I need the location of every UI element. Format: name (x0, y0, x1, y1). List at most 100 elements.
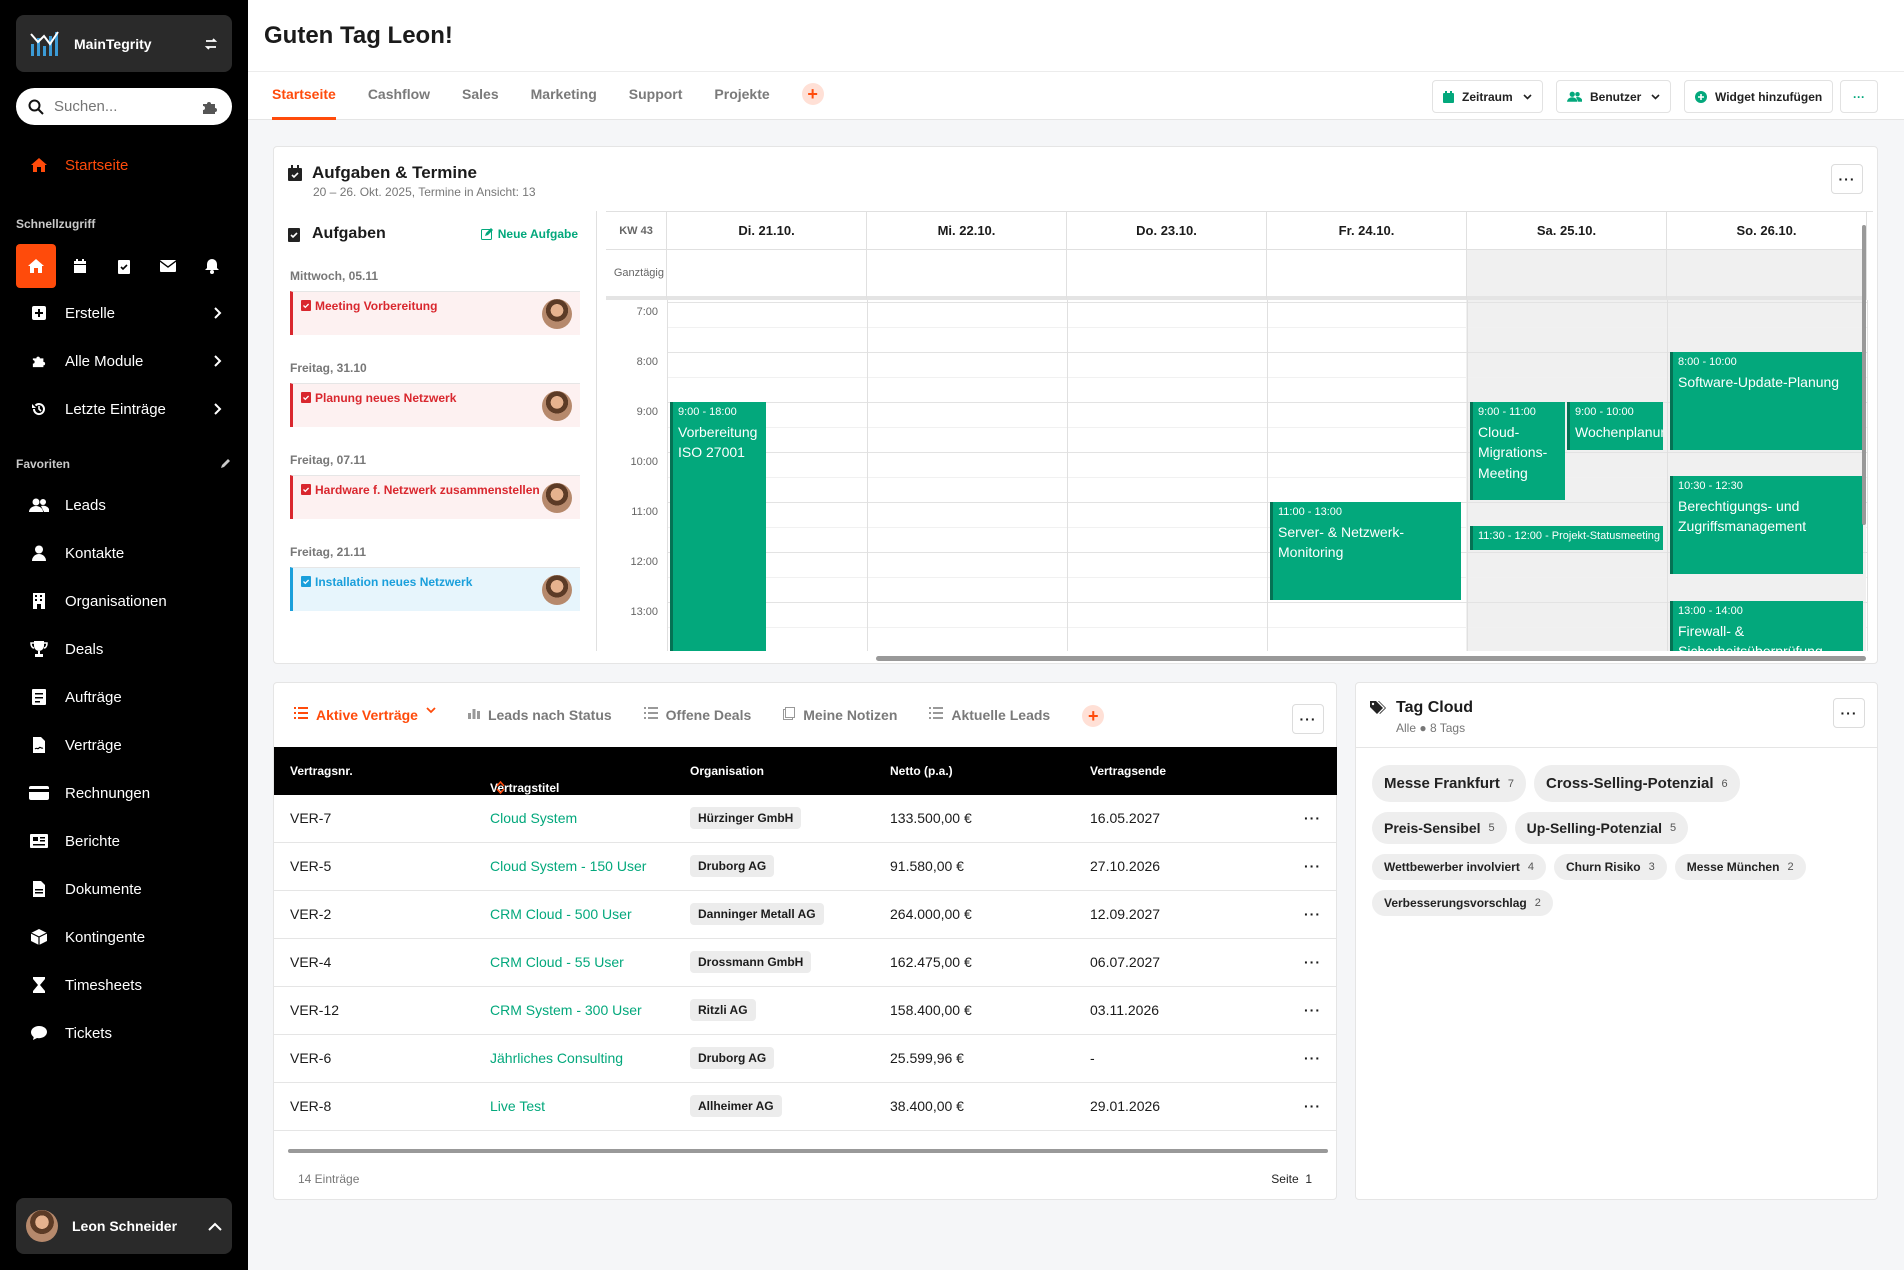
table-row[interactable]: VER-8 Live Test Allheimer AG 38.400,00 € 29.… (274, 1083, 1337, 1131)
calendar-event[interactable]: 9:00 - 18:00 Vorbereitung ISO 27001 (670, 402, 766, 651)
tag-chip[interactable]: Wettbewerber involviert 4 (1372, 854, 1546, 880)
tab-open-deals[interactable]: Offene Deals (643, 707, 751, 743)
widget-more-button[interactable]: ··· (1831, 164, 1863, 194)
day-header[interactable]: Mi. 22.10. (867, 212, 1067, 250)
tag-chip[interactable]: Churn Risiko 3 (1553, 854, 1667, 880)
table-row[interactable]: VER-2 CRM Cloud - 500 User Danninger Metal… (274, 891, 1337, 939)
quick-home-icon[interactable] (16, 244, 56, 288)
task-item[interactable]: Installation neues Netzwerk (290, 567, 580, 611)
tag-chip[interactable]: Messe Frankfurt 7 (1372, 765, 1526, 802)
tag-chip[interactable]: Cross-Selling-Potenzial 6 (1534, 765, 1740, 802)
organisation-badge[interactable]: Hürzinger GmbH (690, 807, 802, 829)
organisation-badge[interactable]: Danninger Metall AG (690, 903, 824, 925)
column-header[interactable]: Vertragsnr. (290, 764, 353, 778)
task-item[interactable]: Hardware f. Netzwerk zusammenstellen (290, 475, 580, 519)
calendar-icon[interactable] (60, 244, 100, 288)
sidebar-item-home[interactable]: Startseite (16, 147, 232, 183)
day-header[interactable]: Fr. 24.10. (1267, 212, 1467, 250)
calendar-event[interactable]: 8:00 - 10:00 Software-Update-Planung (1670, 352, 1863, 450)
calendar-event[interactable]: 13:00 - 14:00 Firewall- & Sicherheitsüber… (1670, 601, 1863, 651)
table-row[interactable]: VER-5 Cloud System - 150 User Druborg AG 91… (274, 843, 1337, 891)
sidebar-item-contracts[interactable]: Verträge (16, 727, 232, 763)
sidebar-item-recent[interactable]: Letzte Einträge (16, 391, 232, 427)
tab-startseite[interactable]: Startseite (272, 86, 336, 120)
calendar-event[interactable]: 9:00 - 10:00 Wochenplanung (1567, 402, 1663, 450)
table-row[interactable]: VER-12 CRM System - 300 User Ritzli AG 158.… (274, 987, 1337, 1035)
contract-title-link[interactable]: Jährliches Consulting (490, 1050, 623, 1066)
task-item[interactable]: Planung neues Netzwerk (290, 383, 580, 427)
horizontal-scrollbar[interactable] (288, 1149, 1328, 1153)
tab-current-leads[interactable]: Aktuelle Leads (929, 707, 1050, 743)
column-header[interactable]: Netto (p.a.) (890, 764, 953, 778)
user-dropdown[interactable]: Benutzer (1556, 80, 1672, 113)
calendar-event[interactable]: 9:00 - 11:00 Cloud-Migrations-Meeting (1470, 402, 1565, 500)
organisation-badge[interactable]: Druborg AG (690, 855, 775, 877)
day-header[interactable]: Di. 21.10. (667, 212, 867, 250)
tab-my-notes[interactable]: Meine Notizen (783, 707, 897, 743)
search-input[interactable] (54, 98, 184, 115)
widget-more-button[interactable]: ··· (1292, 704, 1324, 734)
row-more-button[interactable]: ··· (1304, 906, 1321, 922)
contract-title-link[interactable]: CRM Cloud - 55 User (490, 954, 624, 970)
contract-title-link[interactable]: CRM System - 300 User (490, 1002, 642, 1018)
bell-icon[interactable] (192, 244, 232, 288)
sidebar-item-modules[interactable]: Alle Module (16, 343, 232, 379)
pencil-icon[interactable] (220, 457, 232, 469)
sidebar-item-deals[interactable]: Deals (16, 631, 232, 667)
column-header[interactable]: Organisation (690, 764, 764, 778)
table-row[interactable]: VER-7 Cloud System Hürzinger GmbH 133.500,0… (274, 795, 1337, 843)
puzzle-icon[interactable] (200, 99, 220, 115)
allday-cell[interactable] (867, 250, 1067, 300)
widget-more-button[interactable]: ··· (1833, 698, 1865, 728)
user-menu[interactable]: Leon Schneider (16, 1198, 232, 1254)
day-header[interactable]: So. 26.10. (1667, 212, 1867, 250)
tab-sales[interactable]: Sales (462, 86, 499, 120)
tab-support[interactable]: Support (629, 86, 683, 120)
allday-cell[interactable] (1667, 250, 1867, 300)
contract-title-link[interactable]: Live Test (490, 1098, 545, 1114)
calendar-event[interactable]: 10:30 - 12:30 Berechtigungs- und Zugriffs… (1670, 476, 1863, 574)
contract-title-link[interactable]: CRM Cloud - 500 User (490, 906, 632, 922)
search-box[interactable] (16, 88, 232, 125)
sidebar-item-orders[interactable]: Aufträge (16, 679, 232, 715)
calendar-event[interactable]: 11:30 - 12:00 - Projekt-Statusmeeting (1470, 526, 1663, 550)
allday-cell[interactable] (1067, 250, 1267, 300)
tab-marketing[interactable]: Marketing (531, 86, 597, 120)
vertical-scrollbar[interactable] (1862, 225, 1866, 525)
row-more-button[interactable]: ··· (1304, 954, 1321, 970)
organisation-badge[interactable]: Ritzli AG (690, 999, 756, 1021)
sidebar-item-reports[interactable]: Berichte (16, 823, 232, 859)
sidebar-item-create[interactable]: Erstelle (16, 295, 232, 331)
tab-leads-by-status[interactable]: Leads nach Status (467, 707, 612, 743)
row-more-button[interactable]: ··· (1304, 858, 1321, 874)
sidebar-item-documents[interactable]: Dokumente (16, 871, 232, 907)
new-task-button[interactable]: Neue Aufgabe (480, 227, 578, 241)
sidebar-item-quotas[interactable]: Kontingente (16, 919, 232, 955)
add-tab-button[interactable]: + (1082, 705, 1105, 727)
day-header[interactable]: Do. 23.10. (1067, 212, 1267, 250)
organisation-badge[interactable]: Allheimer AG (690, 1095, 782, 1117)
row-more-button[interactable]: ··· (1304, 1050, 1321, 1066)
tag-chip[interactable]: Messe München 2 (1674, 854, 1806, 880)
calendar-event[interactable]: 11:00 - 13:00 Server- & Netzwerk-Monitori… (1270, 502, 1461, 600)
sidebar-item-leads[interactable]: Leads (16, 487, 232, 523)
allday-cell[interactable] (1267, 250, 1467, 300)
tab-active-contracts[interactable]: Aktive Verträge (294, 707, 446, 749)
period-dropdown[interactable]: Zeitraum (1432, 80, 1543, 113)
sidebar-item-timesheets[interactable]: Timesheets (16, 967, 232, 1003)
tag-chip[interactable]: Preis-Sensibel 5 (1372, 812, 1507, 844)
column-header[interactable]: Vertragsende (1090, 764, 1166, 778)
switch-icon[interactable] (204, 37, 218, 51)
page-number[interactable]: 1 (1305, 1172, 1312, 1186)
row-more-button[interactable]: ··· (1304, 810, 1321, 826)
sidebar-item-invoices[interactable]: Rechnungen (16, 775, 232, 811)
allday-cell[interactable] (1467, 250, 1667, 300)
tag-chip[interactable]: Up-Selling-Potenzial 5 (1514, 812, 1689, 844)
sidebar-item-organisations[interactable]: Organisationen (16, 583, 232, 619)
day-header[interactable]: Sa. 25.10. (1467, 212, 1667, 250)
row-more-button[interactable]: ··· (1304, 1098, 1321, 1114)
add-widget-button[interactable]: Widget hinzufügen (1684, 80, 1834, 113)
clipboard-check-icon[interactable] (104, 244, 144, 288)
contract-title-link[interactable]: Cloud System (490, 810, 577, 826)
row-more-button[interactable]: ··· (1304, 1002, 1321, 1018)
